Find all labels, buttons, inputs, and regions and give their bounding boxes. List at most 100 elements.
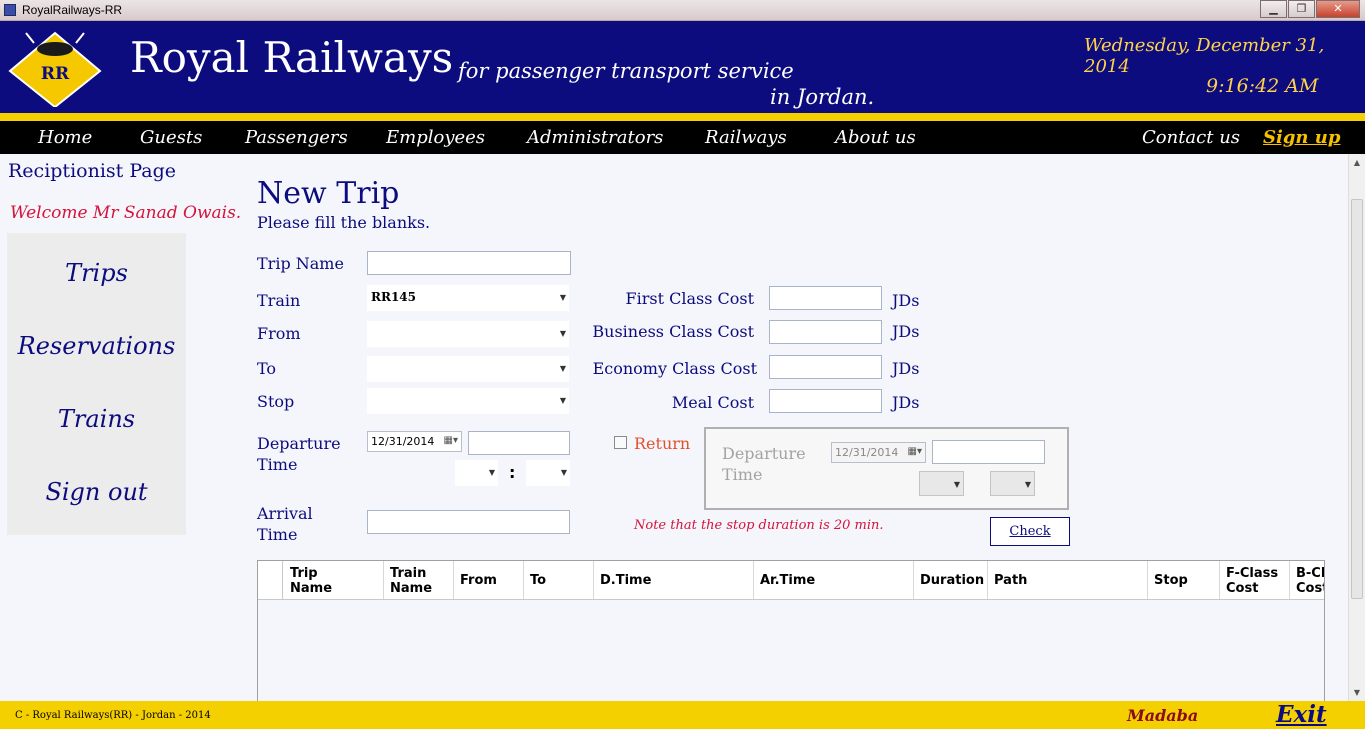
economy-class-cost-input[interactable]: [769, 355, 882, 379]
location-label: Madaba: [1127, 706, 1199, 725]
to-select[interactable]: ▼: [367, 356, 569, 382]
col-path[interactable]: Path: [988, 561, 1148, 599]
return-label: Return: [634, 434, 691, 453]
trip-name-input[interactable]: [367, 251, 571, 275]
return-date-picker[interactable]: 12/31/2014 ▦▾: [831, 442, 926, 463]
trips-grid[interactable]: Trip Name Train Name From To D.Time Ar.Tim…: [257, 560, 1325, 705]
col-to[interactable]: To: [524, 561, 594, 599]
window-title-bar: RoyalRailways-RR ▁ ❐ ✕: [0, 0, 1365, 21]
currency-label: JDs: [892, 322, 920, 341]
stop-select[interactable]: ▼: [367, 388, 569, 414]
minimize-button[interactable]: ▁: [1260, 0, 1287, 18]
stop-label: Stop: [257, 392, 295, 411]
return-checkbox[interactable]: [614, 436, 627, 449]
col-duration[interactable]: Duration: [914, 561, 988, 599]
sidebar-panel: Trips Reservations Trains Sign out: [7, 233, 186, 535]
maximize-button[interactable]: ❐: [1288, 0, 1315, 18]
from-select[interactable]: ▼: [367, 321, 569, 347]
close-button[interactable]: ✕: [1316, 0, 1360, 18]
return-time-input[interactable]: [932, 440, 1045, 464]
menu-employees[interactable]: Employees: [386, 127, 485, 148]
business-class-cost-input[interactable]: [769, 320, 882, 344]
arrival-label-time: Time: [257, 525, 298, 544]
return-date-value: 12/31/2014: [835, 446, 899, 459]
scroll-thumb[interactable]: [1351, 199, 1363, 599]
chevron-down-icon: ▼: [488, 468, 495, 477]
departure-date-picker[interactable]: 12/31/2014 ▦▾: [367, 431, 462, 452]
vertical-scrollbar[interactable]: ▲ ▼: [1348, 154, 1365, 701]
form-title: New Trip: [257, 176, 400, 211]
return-departure-label: Departure: [722, 444, 806, 463]
col-trip-name[interactable]: Trip Name: [284, 561, 384, 599]
chevron-down-icon: ▼: [1024, 480, 1031, 489]
menu-contact-us[interactable]: Contact us: [1142, 127, 1240, 148]
page-title-receptionist: Reciptionist Page: [8, 160, 176, 182]
meal-cost-input[interactable]: [769, 389, 882, 413]
business-class-cost-label: Business Class Cost: [592, 322, 754, 341]
departure-time-input[interactable]: [468, 431, 570, 455]
sidebar-item-reservations[interactable]: Reservations: [7, 332, 186, 360]
train-label: Train: [257, 291, 301, 310]
train-select-value: RR145: [371, 290, 416, 304]
exit-link[interactable]: Exit: [1276, 701, 1327, 728]
departure-label-time: Time: [257, 455, 298, 474]
col-stop[interactable]: Stop: [1148, 561, 1220, 599]
sidebar-item-trips[interactable]: Trips: [7, 259, 186, 287]
departure-date-value: 12/31/2014: [371, 435, 435, 448]
sidebar-item-sign-out[interactable]: Sign out: [7, 478, 186, 506]
departure-hour-select[interactable]: ▼: [455, 460, 498, 486]
first-class-cost-label: First Class Cost: [625, 289, 754, 308]
brand-title: Royal Railways: [130, 33, 454, 82]
return-minute-select[interactable]: ▼: [990, 471, 1035, 496]
menu-guests[interactable]: Guests: [140, 127, 202, 148]
calendar-icon: ▦▾: [443, 435, 458, 446]
currency-label: JDs: [892, 393, 920, 412]
tagline-line-2: in Jordan.: [770, 85, 875, 109]
row-header-corner: [258, 561, 283, 599]
current-date: Wednesday, December 31, 2014: [1084, 35, 1325, 77]
train-select[interactable]: RR145 ▼: [367, 285, 569, 311]
chevron-down-icon: ▼: [560, 468, 567, 477]
col-f-class-cost[interactable]: F-Class Cost: [1220, 561, 1290, 599]
window-title: RoyalRailways-RR: [22, 3, 123, 17]
chevron-down-icon: ▼: [953, 480, 960, 489]
chevron-down-icon: ▼: [559, 396, 566, 405]
return-group: Departure Time 12/31/2014 ▦▾ ▼ ▼: [704, 427, 1069, 510]
scroll-down-icon[interactable]: ▼: [1349, 684, 1365, 701]
time-separator: :: [509, 463, 516, 482]
menu-home[interactable]: Home: [38, 127, 92, 148]
col-arrival-time[interactable]: Ar.Time: [754, 561, 914, 599]
from-label: From: [257, 324, 301, 343]
currency-label: JDs: [892, 359, 920, 378]
departure-label: Departure: [257, 434, 341, 453]
grid-header: Trip Name Train Name From To D.Time Ar.Tim…: [258, 561, 1324, 600]
chevron-down-icon: ▼: [559, 364, 566, 373]
menu-railways[interactable]: Railways: [705, 127, 787, 148]
menu-sign-up[interactable]: Sign up: [1263, 127, 1340, 148]
form-subtitle: Please fill the blanks.: [257, 213, 431, 232]
menu-administrators[interactable]: Administrators: [527, 127, 663, 148]
col-departure-time[interactable]: D.Time: [594, 561, 754, 599]
trip-name-label: Trip Name: [257, 254, 344, 273]
meal-cost-label: Meal Cost: [671, 393, 754, 412]
rr-logo-icon: RR: [8, 31, 102, 107]
col-from[interactable]: From: [454, 561, 524, 599]
col-b-class-cost[interactable]: B-ClCost: [1290, 561, 1324, 599]
arrival-time-input[interactable]: [367, 510, 570, 534]
menu-about-us[interactable]: About us: [835, 127, 916, 148]
departure-minute-select[interactable]: ▼: [526, 460, 570, 486]
main-menu: Home Guests Passengers Employees Adminis…: [0, 121, 1365, 154]
return-hour-select[interactable]: ▼: [919, 471, 964, 496]
first-class-cost-input[interactable]: [769, 286, 882, 310]
footer-bar: C - Royal Railways(RR) - Jordan - 2014 M…: [0, 701, 1365, 729]
menu-passengers[interactable]: Passengers: [245, 127, 348, 148]
scroll-up-icon[interactable]: ▲: [1349, 154, 1365, 171]
stop-duration-note: Note that the stop duration is 20 min.: [634, 518, 884, 533]
sidebar-item-trains[interactable]: Trains: [7, 405, 186, 433]
header-banner: RR Royal Railways for passenger transpor…: [0, 21, 1365, 113]
col-train-name[interactable]: Train Name: [384, 561, 454, 599]
chevron-down-icon: ▼: [559, 293, 566, 302]
currency-label: JDs: [892, 291, 920, 310]
check-button[interactable]: Check: [990, 517, 1070, 546]
arrival-label: Arrival: [257, 504, 313, 523]
